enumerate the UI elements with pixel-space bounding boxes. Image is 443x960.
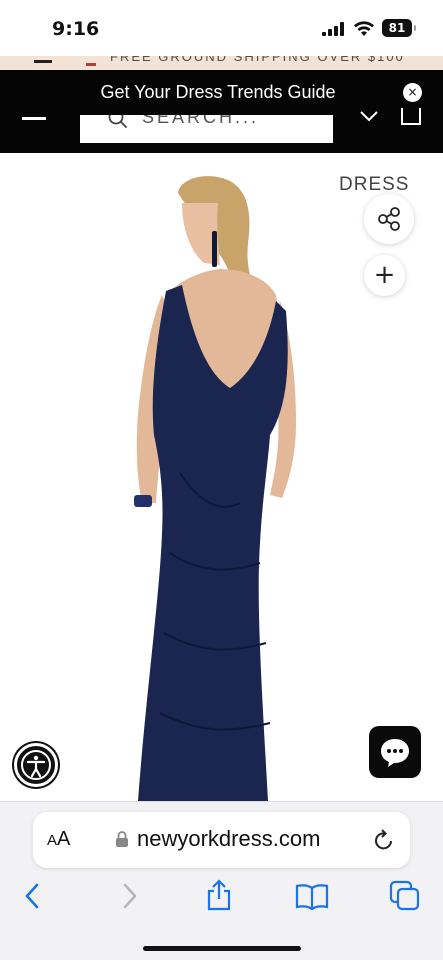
shopping-bag-icon[interactable] xyxy=(400,108,422,126)
banner-close-button[interactable]: × xyxy=(403,83,422,102)
reader-settings-button[interactable]: AA xyxy=(47,828,70,851)
status-bar: 9:16 81 xyxy=(0,0,443,56)
address-bar[interactable]: AA newyorkdress.com xyxy=(33,812,410,868)
battery-level: 81 xyxy=(388,21,406,35)
url-text[interactable]: newyorkdress.com xyxy=(137,826,320,852)
promo-strip: ▬ FREE GROUND SHIPPING OVER $100 xyxy=(0,56,443,70)
plus-icon: + xyxy=(373,260,396,290)
site-header: Get Your Dress Trends Guide SEARCH... xyxy=(0,70,443,153)
wifi-icon xyxy=(354,21,374,36)
chat-icon xyxy=(381,739,409,767)
accessibility-button[interactable] xyxy=(14,743,58,787)
trends-banner-text[interactable]: Get Your Dress Trends Guide xyxy=(0,82,436,103)
promo-strip-text: FREE GROUND SHIPPING OVER $100 xyxy=(110,56,405,64)
reload-icon[interactable] xyxy=(373,828,395,852)
aa-large: A xyxy=(57,828,71,850)
home-indicator xyxy=(143,946,301,951)
aa-small: A xyxy=(47,832,58,849)
add-button[interactable]: + xyxy=(364,255,405,296)
trends-banner[interactable]: Get Your Dress Trends Guide xyxy=(0,70,443,114)
hamburger-menu-icon[interactable] xyxy=(22,117,46,120)
share-icon xyxy=(378,207,400,231)
truck-icon: ▬ xyxy=(86,58,96,69)
status-time: 9:16 xyxy=(52,18,100,40)
accessibility-icon xyxy=(21,750,51,780)
product-photo[interactable] xyxy=(120,173,320,801)
search-input[interactable]: SEARCH... xyxy=(80,115,333,143)
lock-icon xyxy=(116,831,128,847)
tabs-icon[interactable] xyxy=(389,880,421,912)
signal-icon xyxy=(322,22,344,36)
search-icon xyxy=(108,115,128,129)
menu-icon[interactable] xyxy=(34,60,52,63)
product-image-area: DRESS + xyxy=(0,153,443,801)
chat-button[interactable] xyxy=(369,726,421,778)
back-arrow-icon[interactable] xyxy=(21,882,45,910)
share-button[interactable] xyxy=(364,194,414,244)
category-label: DRESS xyxy=(339,174,410,195)
bookmarks-icon[interactable] xyxy=(295,882,329,910)
browser-toolbar: AA newyorkdress.com xyxy=(0,801,443,960)
search-placeholder: SEARCH... xyxy=(142,115,260,127)
battery-icon: 81 xyxy=(382,19,416,37)
forward-arrow-icon[interactable] xyxy=(117,882,141,910)
chevron-down-icon[interactable] xyxy=(359,110,379,124)
share-sheet-icon[interactable] xyxy=(205,878,233,912)
